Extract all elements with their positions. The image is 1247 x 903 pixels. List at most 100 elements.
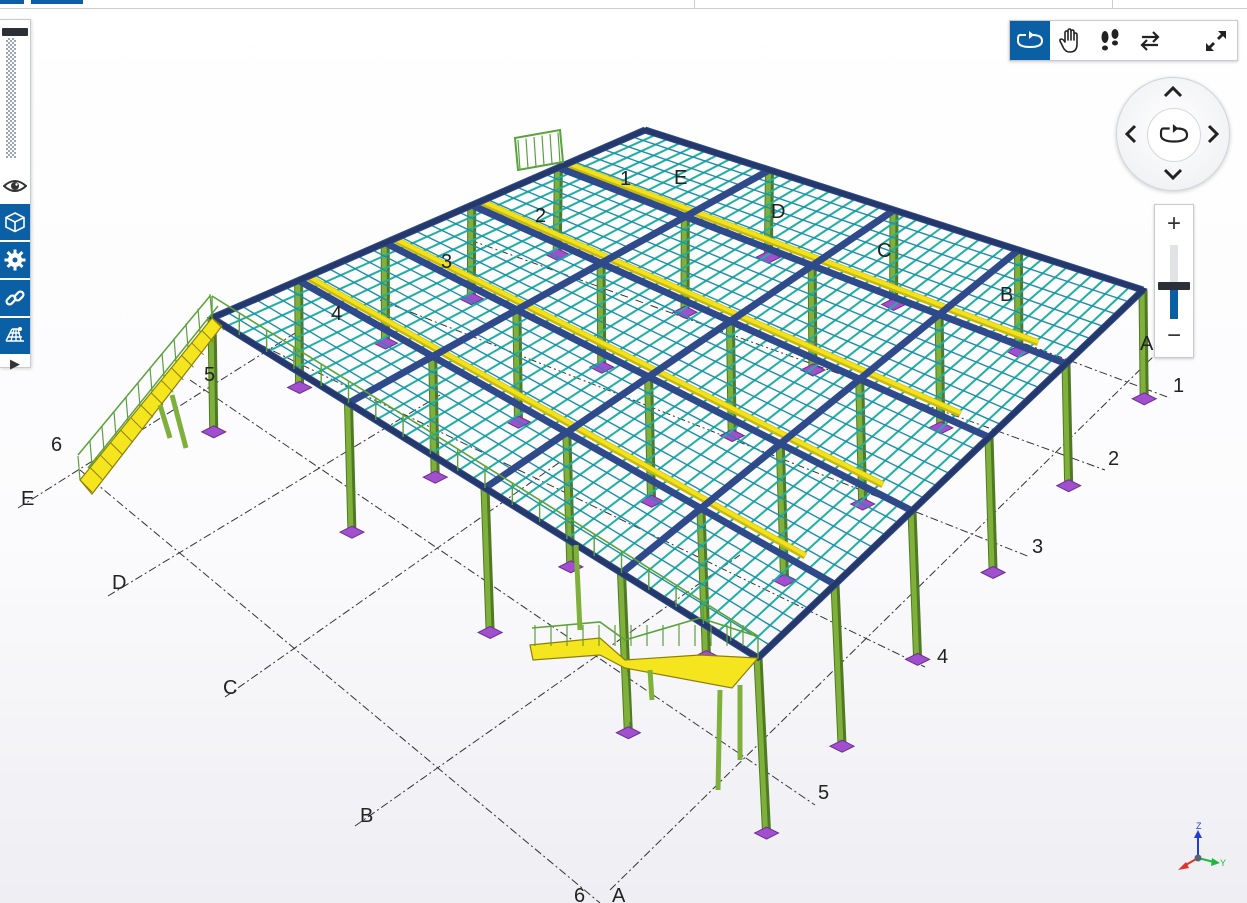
chevron-down-icon: [1163, 168, 1183, 181]
navigation-toolbar: [1009, 20, 1238, 61]
chevron-right-icon: [1207, 124, 1220, 144]
front-stair: [529, 544, 760, 791]
stair-column: [157, 404, 173, 439]
header-divider: [1112, 0, 1113, 8]
platform-column: [573, 544, 583, 631]
cage-bar: [533, 136, 537, 168]
base-plate: [422, 470, 449, 484]
grid-label-number: 5: [818, 782, 829, 804]
box-icon: [5, 212, 25, 233]
base-plate: [753, 826, 780, 840]
cage-bar: [549, 133, 553, 165]
eye-icon: [3, 180, 27, 192]
grid-label-number: 4: [937, 646, 948, 668]
roof-label-letter: C: [877, 240, 891, 262]
grid-label-letter: B: [360, 805, 373, 827]
grid-label-letter: A: [1140, 333, 1154, 355]
grid-label-letter: D: [112, 572, 126, 594]
stair-post: [113, 411, 117, 436]
settings-button[interactable]: [0, 242, 30, 278]
base-plate: [200, 425, 227, 439]
cage-bar: [525, 138, 529, 169]
mesh-icon: [5, 327, 24, 342]
left-stair: [77, 293, 225, 495]
orbit-down-button[interactable]: [1161, 162, 1185, 186]
base-plate: [1131, 392, 1158, 406]
stair-post: [77, 455, 81, 481]
pan-hand-icon: [1059, 27, 1078, 53]
grid-label-number: 6: [574, 885, 585, 903]
roof-label-number: 3: [441, 251, 452, 273]
top-tab-bar: [0, 0, 1247, 9]
opacity-slider-track[interactable]: [6, 38, 16, 158]
fullscreen-button[interactable]: [1196, 21, 1236, 60]
roof-access-cage: [513, 128, 565, 172]
axis-triad: Z Y: [1170, 818, 1230, 874]
grid-mesh-button[interactable]: [0, 318, 30, 354]
orbit-center-button[interactable]: [1147, 108, 1201, 162]
orbit-icon: [1017, 30, 1044, 48]
roof-label-letter: E: [674, 167, 687, 189]
3d-viewport[interactable]: 12345566EDCBAA1234EDCB: [0, 9, 1247, 903]
orbit-navigation-wheel[interactable]: [1116, 77, 1230, 191]
stair-handrail: [77, 295, 219, 469]
opacity-slider-handle[interactable]: [2, 28, 28, 36]
grid-label-letter: E: [21, 488, 34, 510]
grid-label-number: 2: [1108, 448, 1119, 470]
header-divider: [694, 0, 695, 8]
structure-model[interactable]: 12345566EDCBAA1234EDCB: [0, 9, 1247, 903]
visibility-button[interactable]: [0, 168, 30, 204]
connections-button[interactable]: [0, 280, 30, 316]
base-plate: [338, 525, 366, 539]
orbit-left-button[interactable]: [1119, 122, 1143, 146]
base-plate: [828, 739, 856, 753]
base-plate: [904, 652, 931, 666]
z-axis-label: Z: [1196, 821, 1202, 831]
base-plate: [286, 380, 313, 395]
column-highlight: [345, 402, 354, 533]
swap-icon: [1140, 30, 1160, 51]
orbit-up-button[interactable]: [1161, 80, 1185, 104]
zoom-slider-fill: [1170, 285, 1178, 319]
cage-bar: [541, 135, 545, 166]
fullscreen-icon: [1206, 30, 1226, 51]
stair-stringer: [79, 317, 223, 495]
grid-line-number: [79, 469, 601, 903]
grid-line-letter: [224, 461, 561, 698]
gear-icon: [4, 249, 26, 271]
platform-column: [715, 689, 723, 791]
cage-frame: [513, 128, 565, 172]
roof-label-number: 4: [331, 303, 342, 325]
walk-icon: [1101, 28, 1119, 50]
stair-post: [149, 367, 153, 392]
pan-button[interactable]: [1050, 21, 1090, 60]
orbit-button[interactable]: [1010, 21, 1050, 60]
header-tab[interactable]: [31, 0, 83, 4]
view-cube-button[interactable]: [0, 204, 30, 240]
header-tab[interactable]: [0, 0, 24, 4]
stair-post: [101, 426, 105, 451]
opacity-slider[interactable]: [0, 24, 30, 164]
platform: [529, 637, 760, 689]
zoom-slider-handle[interactable]: [1158, 281, 1190, 290]
zoom-out-button[interactable]: −: [1155, 321, 1193, 355]
expand-icon: ▶: [10, 356, 20, 371]
orbit-right-button[interactable]: [1201, 122, 1225, 146]
column-highlight: [1062, 363, 1071, 486]
grid-label-number: 3: [1032, 536, 1043, 558]
link-icon: [5, 290, 25, 306]
grid-label-number: 5: [204, 364, 215, 386]
zoom-in-button[interactable]: +: [1155, 207, 1193, 241]
expand-toolbar-button[interactable]: ▶: [0, 353, 30, 375]
grid-label-number: 1: [1173, 375, 1184, 397]
stair-post: [125, 397, 129, 422]
platform-column: [647, 669, 655, 701]
roof-label-number: 1: [620, 168, 631, 190]
base-plate: [980, 565, 1007, 580]
base-plate: [615, 726, 642, 740]
roof-label-number: 2: [535, 205, 546, 227]
orbit-icon: [1159, 124, 1189, 143]
walk-button[interactable]: [1090, 21, 1130, 60]
swap-button[interactable]: [1130, 21, 1170, 60]
y-axis-label: Y: [1220, 858, 1226, 868]
